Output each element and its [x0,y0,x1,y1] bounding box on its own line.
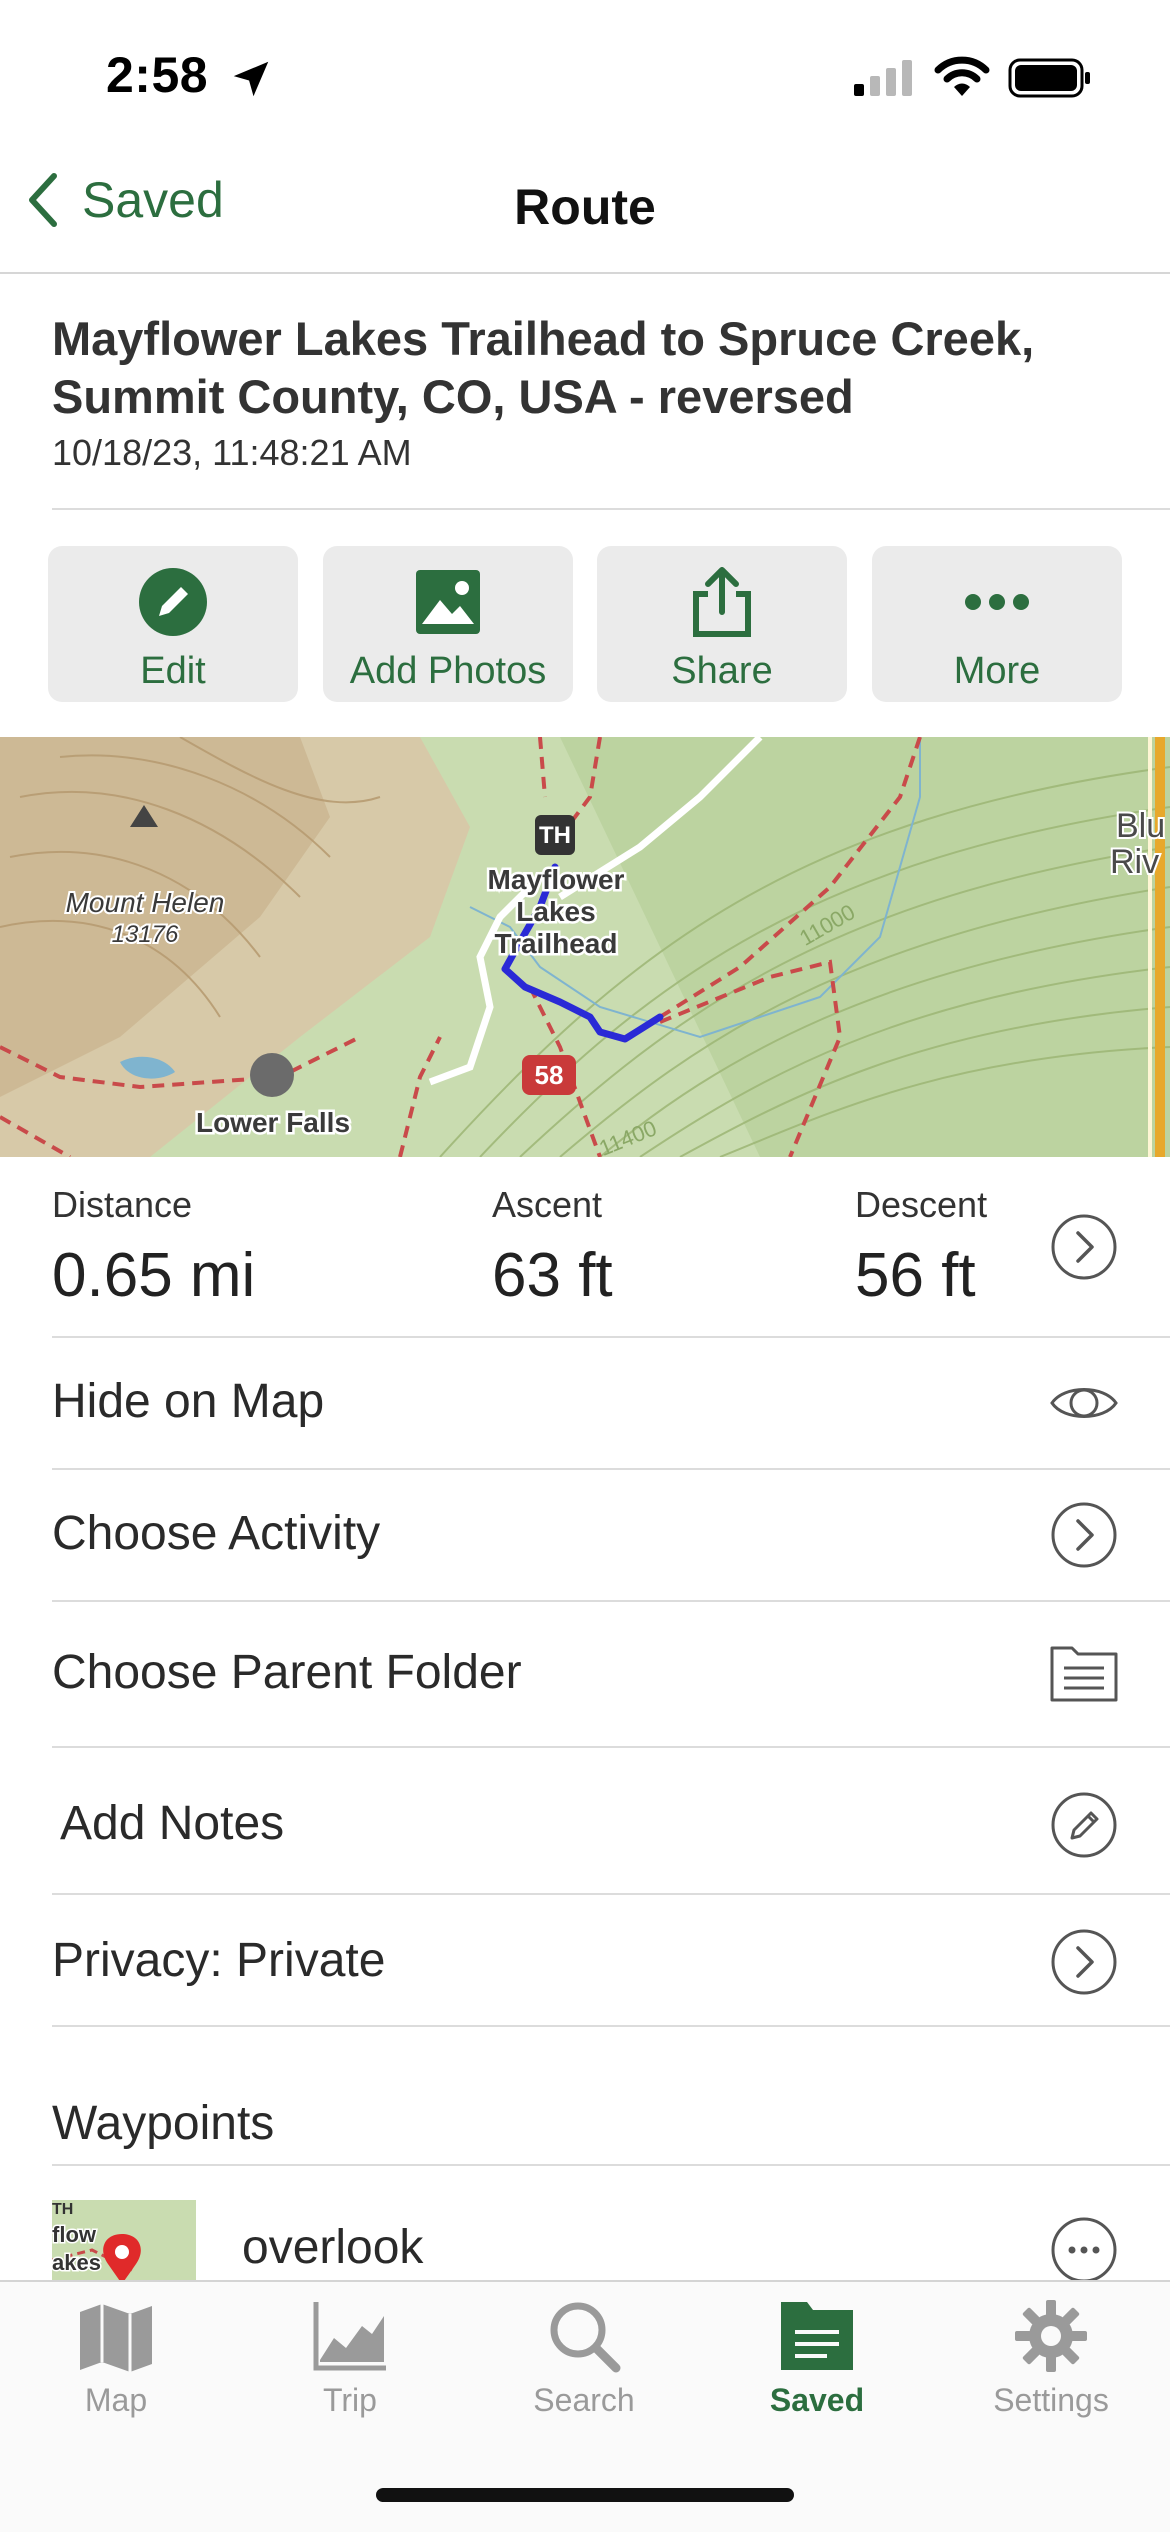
waypoint-name[interactable]: overlook [242,2220,423,2275]
more-icon [965,594,1029,610]
saved-icon [781,2302,853,2370]
page-title: Route [514,179,656,235]
nav-divider [0,272,1170,274]
choose-parent-folder-row[interactable]: Choose Parent Folder [52,1645,522,1700]
map-label-trailhead-2: Lakes [516,896,595,927]
wifi-icon [934,56,990,96]
route-map[interactable]: TH Mayflower Lakes Trailhead Mount Helen… [0,737,1170,1157]
tab-search[interactable]: Search [489,2298,679,2419]
cellular-signal-icon [854,60,912,96]
tab-settings-label: Settings [993,2382,1109,2418]
divider [52,1336,1170,1338]
thumb-text-2: flow [52,2222,97,2247]
map-label-peak: Mount Helen [66,887,225,918]
route-date: 10/18/23, 11:48:21 AM [52,432,412,473]
ellipsis-circle-icon[interactable] [1048,2214,1120,2286]
add-notes-row[interactable]: Add Notes [60,1796,284,1851]
add-photos-button[interactable]: Add Photos [323,546,573,702]
map-icon [80,2304,152,2372]
share-icon [693,567,751,637]
pencil-icon [139,568,207,636]
status-time: 2:58 [106,47,209,103]
trip-icon [313,2302,386,2371]
divider [52,1893,1170,1895]
tab-map-label: Map [84,2382,148,2418]
tab-trip-label: Trip [323,2382,377,2418]
ascent-value: 63 ft [492,1241,613,1310]
home-indicator[interactable] [376,2488,794,2502]
distance-label: Distance [52,1184,193,1225]
eye-icon[interactable] [1048,1367,1120,1439]
waypoints-section-title: Waypoints [52,2097,275,2150]
thumb-text-3: akes [52,2250,101,2275]
map-label-edge-2: Riv [1110,843,1159,881]
pencil-circle-icon[interactable] [1048,1789,1120,1861]
map-label-trailhead-3: Trailhead [495,928,618,959]
more-button[interactable]: More [872,546,1122,702]
map-canvas: TH Mayflower Lakes Trailhead Mount Helen… [0,737,1170,1157]
tab-saved-label: Saved [769,2382,865,2418]
chevron-right-icon[interactable] [1048,1926,1120,1998]
choose-activity-row[interactable]: Choose Activity [52,1506,380,1561]
tab-settings[interactable]: Settings [956,2298,1146,2419]
map-label-trailhead-1: Mayflower [488,864,625,895]
divider [52,508,1170,510]
photo-icon [416,570,480,634]
tab-map[interactable]: Map [21,2298,211,2419]
descent-label: Descent [855,1184,988,1225]
distance-value: 0.65 mi [52,1241,256,1310]
road-shield-text: 58 [535,1060,564,1090]
edit-label: Edit [140,650,206,692]
waypoint-thumbnail[interactable]: TH flow akes [52,2200,196,2290]
search-icon [550,2302,621,2373]
privacy-row[interactable]: Privacy: Private [52,1933,385,1988]
map-label-edge-1: Blu [1116,807,1165,845]
folder-icon[interactable] [1048,1638,1120,1710]
map-label-falls: Lower Falls [196,1107,350,1138]
tab-trip[interactable]: Trip [255,2298,445,2419]
battery-icon [1008,58,1090,98]
add-photos-label: Add Photos [349,650,547,692]
more-label: More [953,650,1041,692]
map-label-peak-elev: 13176 [112,921,179,948]
divider [52,1746,1170,1748]
ascent-label: Ascent [492,1184,603,1225]
tab-search-label: Search [533,2382,635,2418]
tab-saved[interactable]: Saved [722,2298,912,2419]
share-label: Share [671,650,773,692]
stats-chevron-right-icon[interactable] [1048,1211,1120,1283]
edit-button[interactable]: Edit [48,546,298,702]
waypoint-thumb-map: TH flow akes [52,2200,196,2290]
thumb-text-th: TH [52,2201,73,2218]
divider [52,2025,1170,2027]
divider [52,1600,1170,1602]
location-arrow-icon [233,61,269,97]
hide-on-map-row[interactable]: Hide on Map [52,1374,324,1429]
divider [52,1468,1170,1470]
share-button[interactable]: Share [597,546,847,702]
gear-icon [1015,2300,1087,2372]
divider [52,2164,1170,2166]
th-marker-text: TH [539,822,571,849]
descent-value: 56 ft [855,1241,976,1310]
viewpoint-icon [250,1053,294,1097]
route-title: Mayflower Lakes Trailhead to Spruce Cree… [52,312,1035,423]
chevron-right-icon[interactable] [1048,1499,1120,1571]
